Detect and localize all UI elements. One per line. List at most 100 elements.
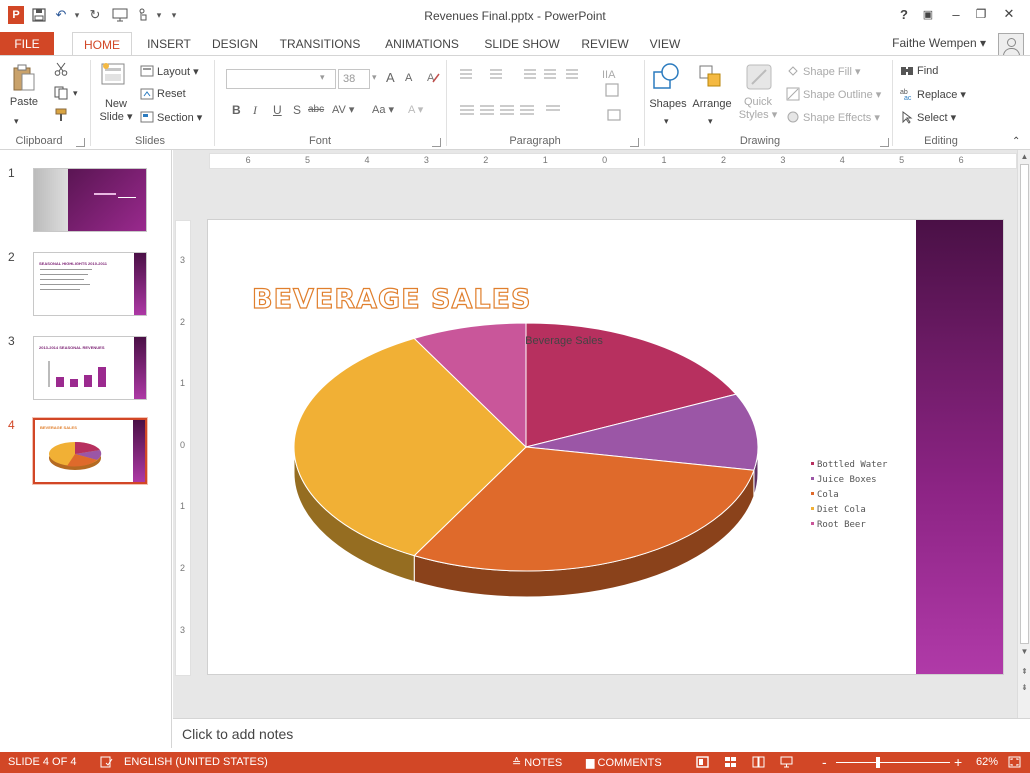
maximize-button[interactable]: ❐ (970, 4, 992, 24)
normal-view-icon[interactable] (696, 756, 709, 768)
zoom-level[interactable]: 62% (976, 756, 998, 768)
copy-icon[interactable]: ▾ (54, 86, 78, 100)
change-case-button[interactable]: Aa ▾ (372, 103, 394, 116)
cut-icon[interactable] (54, 62, 68, 76)
scrollbar-thumb[interactable] (1020, 164, 1029, 644)
slide-editing-area: 6 5 4 3 2 1 0 1 2 3 4 5 6 3 2 1 0 1 2 3 BEVERAGE SALES Bev… (173, 150, 1030, 718)
new-slide-icon[interactable] (100, 62, 128, 94)
shapes-icon[interactable] (652, 62, 682, 92)
paste-dropdown-icon[interactable]: ▾ (14, 116, 19, 127)
notes-placeholder[interactable]: Click to add notes (182, 726, 293, 742)
clipboard-launcher-icon[interactable] (76, 138, 85, 147)
legend-swatch (811, 522, 814, 525)
tab-review[interactable]: REVIEW (574, 32, 636, 56)
zoom-out-button[interactable]: - (822, 754, 827, 770)
shapes-button[interactable]: Shapes (646, 98, 690, 111)
reading-view-icon[interactable] (752, 756, 765, 768)
clear-formatting-button[interactable]: A (426, 70, 440, 87)
user-account-name[interactable]: Faithe Wempen ▾ (892, 36, 986, 50)
shape-outline-button[interactable]: Shape Outline ▾ (786, 87, 881, 101)
font-size-dropdown-icon[interactable]: ▾ (372, 72, 377, 83)
notes-button[interactable]: ≙ NOTES (512, 756, 562, 769)
ruler-label: 1 (180, 501, 186, 512)
language-indicator[interactable]: ENGLISH (UNITED STATES) (124, 756, 268, 768)
paragraph-controls-icon[interactable]: IIA (452, 66, 642, 132)
shape-fill-button[interactable]: Shape Fill ▾ (786, 64, 861, 78)
minimize-button[interactable]: – (945, 4, 967, 24)
next-slide-icon[interactable]: ⇟ (1019, 682, 1030, 694)
reset-button[interactable]: Reset (140, 87, 186, 101)
font-color-button[interactable]: A ▾ (408, 103, 423, 116)
tab-transitions[interactable]: TRANSITIONS (274, 32, 366, 56)
help-button[interactable]: ? (893, 4, 915, 24)
thumb-number: 4 (8, 418, 15, 432)
drawing-launcher-icon[interactable] (880, 138, 889, 147)
shadow-button[interactable]: S (293, 103, 301, 117)
ribbon-display-options-button[interactable]: ▣ (917, 4, 939, 24)
slide-thumbnail-3[interactable]: 2013-2014 SEASONAL REVENUES (33, 336, 147, 400)
italic-button[interactable]: I (253, 103, 257, 118)
underline-button[interactable]: U (273, 103, 282, 117)
tab-insert[interactable]: INSERT (140, 32, 198, 56)
bold-button[interactable]: B (232, 103, 241, 117)
section-button[interactable]: Section ▾ (140, 110, 202, 124)
close-button[interactable]: ✕ (998, 4, 1020, 24)
slide-show-icon[interactable] (780, 756, 793, 768)
scroll-down-icon[interactable]: ▼ (1019, 646, 1030, 658)
select-button[interactable]: Select ▾ (900, 110, 956, 124)
pie-chart[interactable]: Beverage Sales Bottled Water Juice Boxes Co… (208, 220, 916, 674)
slide-thumbnail-4[interactable]: BEVERAGE SALES (32, 417, 148, 485)
replace-button[interactable]: ab ac Replace ▾ (900, 87, 966, 102)
tab-animations[interactable]: ANIMATIONS (376, 32, 468, 56)
svg-text:A: A (427, 72, 435, 84)
tab-design[interactable]: DESIGN (206, 32, 264, 56)
ruler-label: 2 (180, 563, 186, 573)
zoom-slider-thumb[interactable] (876, 757, 880, 768)
slide-canvas[interactable]: BEVERAGE SALES Beverage Sales Bottled Wat… (208, 220, 1003, 674)
ruler-label: 5 (899, 155, 905, 165)
find-button[interactable]: Find (900, 64, 938, 78)
collapse-ribbon-icon[interactable]: ⌃ (1012, 136, 1020, 147)
shapes-dropdown-icon[interactable]: ▾ (664, 116, 669, 127)
font-name-dropdown-icon[interactable]: ▾ (320, 72, 325, 83)
arrange-dropdown-icon[interactable]: ▾ (708, 116, 713, 127)
arrange-button[interactable]: Arrange (690, 98, 734, 111)
format-painter-icon[interactable] (54, 108, 70, 122)
strikethrough-button[interactable]: abc (308, 104, 324, 115)
tab-home[interactable]: HOME (72, 32, 132, 56)
spelling-check-icon[interactable] (100, 756, 113, 768)
layout-button[interactable]: Layout ▾ (140, 64, 199, 78)
font-size-box[interactable]: 38 (338, 69, 370, 89)
arrange-icon[interactable] (696, 62, 726, 92)
slide-sorter-icon[interactable] (724, 756, 737, 768)
paste-icon[interactable] (12, 62, 36, 94)
notes-pane[interactable]: Click to add notes (173, 718, 1030, 748)
ruler-label: 1 (542, 155, 548, 165)
grow-font-button[interactable]: A (386, 70, 395, 85)
zoom-in-button[interactable]: + (954, 754, 962, 770)
shrink-font-button[interactable]: A (405, 72, 412, 84)
tab-view[interactable]: VIEW (640, 32, 690, 56)
status-bar: SLIDE 4 OF 4 ENGLISH (UNITED STATES) ≙ N… (0, 752, 1030, 773)
zoom-slider-track[interactable] (836, 762, 950, 763)
character-spacing-button[interactable]: AV ▾ (332, 103, 354, 116)
new-slide-button[interactable]: New Slide ▾ (96, 98, 136, 124)
tab-slide-show[interactable]: SLIDE SHOW (476, 32, 568, 56)
slide-thumbnail-1[interactable] (33, 168, 147, 232)
paste-button[interactable]: Paste (6, 96, 42, 109)
previous-slide-icon[interactable]: ⇞ (1019, 666, 1030, 678)
paragraph-launcher-icon[interactable] (630, 138, 639, 147)
comments-button[interactable]: ▆ COMMENTS (586, 756, 662, 769)
slide-thumbnail-2[interactable]: SEASONAL HIGHLIGHTS 2010-2011 (33, 252, 147, 316)
drawing-group-label: Drawing (739, 135, 781, 147)
ruler-label: 4 (839, 155, 845, 165)
fit-slide-icon[interactable] (1008, 756, 1021, 768)
shape-effects-button[interactable]: Shape Effects ▾ (786, 110, 880, 124)
font-launcher-icon[interactable] (432, 138, 441, 147)
tab-file[interactable]: FILE (0, 32, 54, 56)
legend-swatch (811, 462, 814, 465)
quick-styles-button[interactable]: Quick Styles ▾ (738, 96, 778, 122)
scroll-up-icon[interactable]: ▲ (1019, 151, 1030, 163)
vertical-scrollbar[interactable]: ▲ ▼ ⇞ ⇟ (1017, 150, 1030, 718)
quick-styles-icon[interactable] (744, 62, 774, 92)
